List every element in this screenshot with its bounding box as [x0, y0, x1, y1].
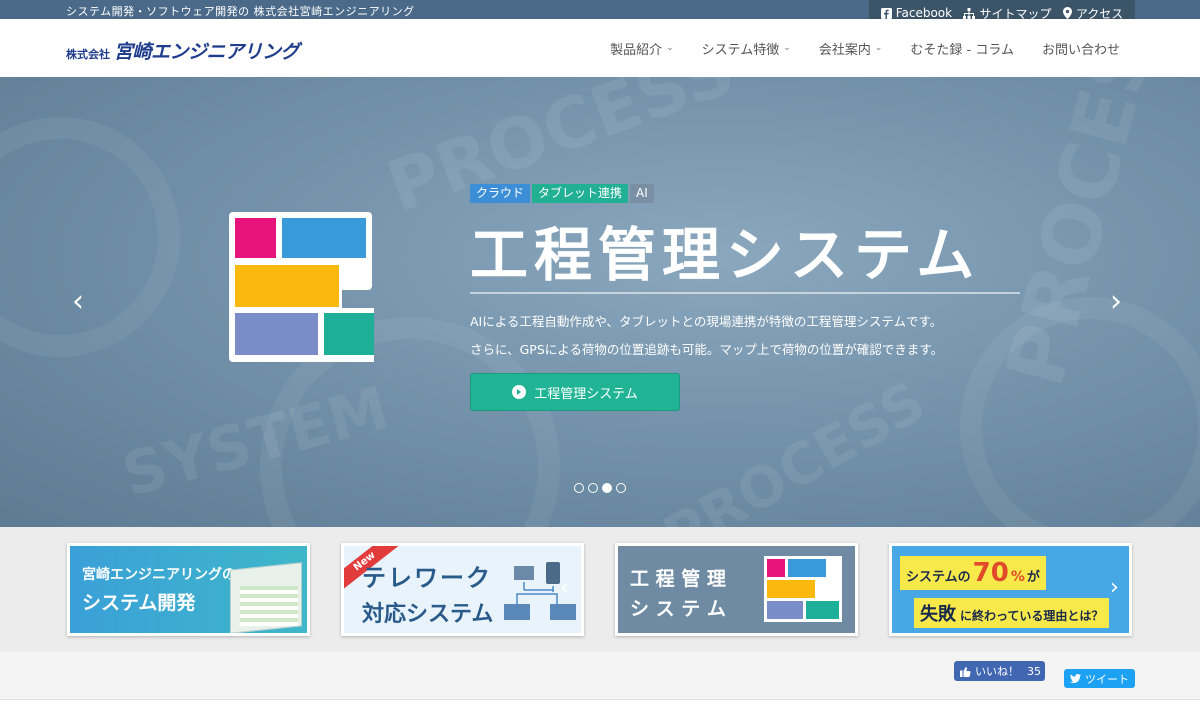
banner-1-line-2: システム開発: [82, 592, 196, 614]
banner-4-ga: が: [1026, 570, 1040, 585]
main-nav: 製品紹介 ⌄ システム特徴 ⌄ 会社案内 ⌄ むそた録 - コラム お問い合わせ: [610, 19, 1120, 77]
chevron-down-icon: ⌄: [874, 43, 883, 53]
slider-dot-3[interactable]: [602, 483, 612, 493]
hero-description: AIによる工程自動作成や、タブレットとの現場連携が特徴の工程管理システムです。 …: [470, 308, 943, 364]
tag-tablet: タブレット連携: [532, 184, 629, 203]
banner-4-big-number: 70: [972, 558, 1009, 588]
facebook-link[interactable]: Facebook: [880, 6, 953, 20]
facebook-icon: [880, 7, 892, 19]
page-bottom: [0, 700, 1200, 718]
nav-column[interactable]: むそた録 - コラム: [910, 39, 1014, 58]
banner-4-text-1: システムの: [906, 570, 971, 585]
network-devices-icon: [504, 562, 576, 620]
nav-products-label: 製品紹介: [610, 42, 663, 58]
process-system-button-label: 工程管理システム: [534, 386, 638, 402]
process-system-logo-icon: [229, 212, 374, 362]
nav-products[interactable]: 製品紹介 ⌄: [610, 39, 674, 58]
map-marker-icon: [1062, 7, 1072, 19]
hero-divider: [470, 292, 1020, 294]
hero-background-decoration: [0, 117, 180, 357]
slider-dot-2[interactable]: [588, 483, 598, 493]
tag-cloud: クラウド: [470, 184, 531, 203]
sitemap-icon: [963, 7, 976, 19]
slider-next-arrow-icon[interactable]: ›: [1110, 287, 1122, 317]
like-count: 35: [1027, 664, 1041, 678]
banner-1-line-1: 宮崎エンジニアリングの: [82, 567, 236, 583]
nav-company-label: 会社案内: [818, 42, 871, 58]
like-label: いいね！: [975, 665, 1019, 678]
banner-telework[interactable]: New テレワーク 対応システム: [341, 543, 584, 636]
slider-prev-arrow-icon[interactable]: ‹: [72, 287, 84, 317]
hero-title: 工程管理システム: [470, 221, 981, 289]
banner-4-row-1: システムの 70 % が: [900, 556, 1046, 590]
hero-background-decoration: PROCESS: [376, 77, 745, 229]
banner-system-development[interactable]: 宮崎エンジニアリングの システム開発: [67, 543, 310, 636]
nav-contact[interactable]: お問い合わせ: [1042, 39, 1120, 58]
hero-slider: PROCESS PROCESS SYSTEM PROCESS クラウド タブレッ…: [0, 77, 1200, 527]
company-logo[interactable]: 株式会社 宮崎エンジニアリング: [66, 37, 300, 64]
banner-2-line-1: テレワーク: [362, 564, 492, 592]
chevron-down-icon: ⌄: [783, 43, 791, 53]
screenshot-thumbnail: [240, 586, 298, 626]
banner-4-row-2: 失敗 に終わっている理由とは？: [914, 598, 1110, 628]
hero-background-decoration: [960, 297, 1200, 527]
banner-prev-arrow-icon[interactable]: ‹: [560, 575, 569, 600]
slider-dots: [574, 483, 626, 493]
tweet-button[interactable]: ツイート: [1064, 669, 1135, 688]
hero-background-decoration: PROCESS: [653, 369, 937, 527]
site-tagline: システム開発・ソフトウェア開発の 株式会社宮崎エンジニアリング: [66, 5, 415, 18]
twitter-bird-icon: [1070, 674, 1081, 683]
nav-features-label: システム特徴: [701, 42, 780, 58]
thumbs-up-icon: [960, 666, 971, 677]
banner-4-failure: 失敗: [920, 604, 956, 625]
site-header: 株式会社 宮崎エンジニアリング 製品紹介 ⌄ システム特徴 ⌄ 会社案内 ⌄ むそた録…: [0, 19, 1200, 77]
logo-name: 宮崎エンジニアリング: [114, 41, 300, 63]
banner-next-arrow-icon[interactable]: ›: [1110, 575, 1119, 600]
facebook-label: Facebook: [895, 6, 953, 20]
facebook-like-button[interactable]: いいね！ 35: [954, 661, 1045, 681]
nav-contact-label: お問い合わせ: [1041, 42, 1120, 58]
tag-ai: AI: [630, 184, 654, 203]
banner-2-line-2: 対応システム: [362, 602, 494, 627]
play-circle-icon: [512, 385, 527, 399]
process-system-logo-icon: [764, 556, 842, 622]
banner-system-failure[interactable]: システムの 70 % が 失敗 に終わっている理由とは？: [889, 543, 1132, 636]
slider-dot-1[interactable]: [574, 483, 584, 493]
process-system-button[interactable]: 工程管理システム: [470, 373, 680, 411]
logo-prefix: 株式会社: [66, 48, 110, 61]
chevron-down-icon: ⌄: [666, 43, 674, 53]
banner-process-system[interactable]: 工 程 管 理 シ ス テ ム: [615, 543, 858, 636]
nav-company[interactable]: 会社案内 ⌄: [819, 39, 883, 58]
banner-4-text-2: に終わっている理由とは？: [960, 609, 1104, 623]
nav-column-label: むそた録 - コラム: [910, 42, 1014, 58]
nav-features[interactable]: システム特徴 ⌄: [702, 39, 791, 58]
hero-tags: クラウド タブレット連携 AI: [470, 184, 654, 203]
banner-4-percent: %: [1010, 569, 1025, 585]
banner-3-line-2: シ ス テ ム: [630, 598, 726, 620]
banner-3-line-1: 工 程 管 理: [630, 568, 726, 590]
tweet-label: ツイート: [1085, 672, 1129, 686]
hero-desc-line-2: さらに、GPSによる荷物の位置追跡も可能。マップ上で荷物の位置が確認できます。: [470, 342, 944, 357]
hero-desc-line-1: AIによる工程自動作成や、タブレットとの現場連携が特徴の工程管理システムです。: [470, 314, 943, 329]
slider-dot-4[interactable]: [616, 483, 626, 493]
